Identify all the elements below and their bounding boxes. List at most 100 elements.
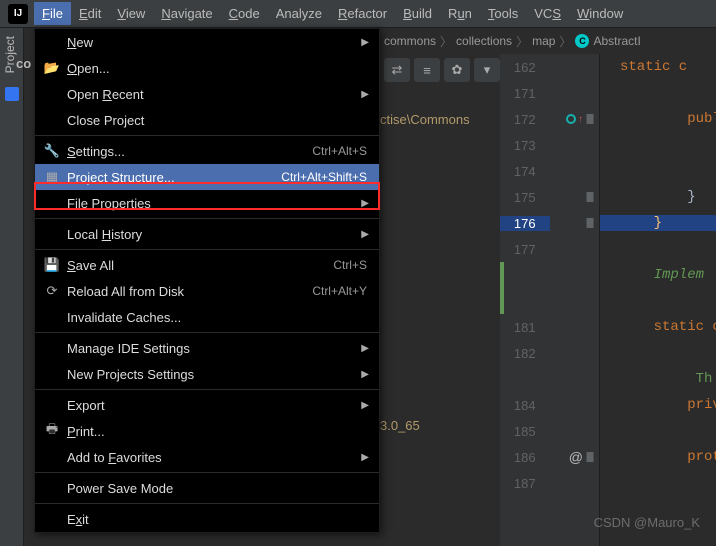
toolbar-button[interactable]: ≡: [414, 58, 440, 82]
menu-item-label: Open...: [67, 61, 367, 76]
gutter-line: 162: [500, 54, 599, 80]
code-line: }: [600, 210, 716, 236]
menu-item-print-[interactable]: 🖶 Print...: [35, 418, 379, 444]
menu-item-navigate[interactable]: Navigate: [153, 2, 220, 25]
code-text: static c: [600, 319, 716, 335]
main-menubar: FileEditViewNavigateCodeAnalyzeRefactorB…: [0, 0, 716, 28]
menu-item-label: Power Save Mode: [67, 481, 367, 496]
menu-separator: [35, 135, 379, 136]
project-tool-tab[interactable]: Project: [0, 28, 20, 81]
menu-item-vcs[interactable]: VCS: [526, 2, 569, 25]
chevron-right-icon: ▶: [361, 400, 369, 411]
menu-item-save-all[interactable]: 💾Save AllCtrl+S: [35, 252, 379, 278]
gutter-line: 173: [500, 132, 599, 158]
menu-item-invalidate-caches-[interactable]: Invalidate Caches...: [35, 304, 379, 330]
menu-item-open-recent[interactable]: Open Recent▶: [35, 81, 379, 107]
code-line: }: [600, 184, 716, 210]
menu-item-edit[interactable]: Edit: [71, 2, 109, 25]
menu-item-analyze[interactable]: Analyze: [268, 2, 330, 25]
toolbar-button[interactable]: ⇄: [384, 58, 410, 82]
chevron-right-icon: ▶: [361, 229, 369, 240]
menu-item-label: Reload All from Disk: [67, 284, 312, 299]
menu-item-code[interactable]: Code: [221, 2, 268, 25]
menu-item-power-save-mode[interactable]: Power Save Mode: [35, 475, 379, 501]
menu-item-label: Print...: [67, 424, 367, 439]
breadcrumb-item[interactable]: map: [532, 34, 555, 48]
menu-item-view[interactable]: View: [109, 2, 153, 25]
menu-item-file[interactable]: File: [34, 2, 71, 25]
line-number: 187: [500, 476, 550, 491]
menu-item-label: Export: [67, 398, 367, 413]
gutter-line: 185: [500, 418, 599, 444]
breadcrumb-bar: commons collections map AbstractI: [380, 28, 716, 54]
gutter-line: 177: [500, 236, 599, 262]
breadcrumb-item[interactable]: commons: [384, 34, 436, 48]
breadcrumb-item[interactable]: collections: [456, 34, 512, 48]
gutter-line: 175: [500, 184, 599, 210]
menu-item-export[interactable]: Export▶: [35, 392, 379, 418]
line-number: 185: [500, 424, 550, 439]
menu-item-new[interactable]: New▶: [35, 29, 379, 55]
code-line: [600, 340, 716, 366]
menu-shortcut: Ctrl+Alt+S: [312, 144, 367, 158]
menu-item-window[interactable]: Window: [569, 2, 631, 25]
annotation-icon: @: [569, 449, 583, 465]
line-number: 182: [500, 346, 550, 361]
code-text: }: [600, 189, 696, 205]
chevron-right-icon: ▶: [361, 37, 369, 48]
menu-item-file-properties[interactable]: File Properties▶: [35, 190, 379, 216]
menu-item-local-history[interactable]: Local History▶: [35, 221, 379, 247]
gutter-line: 182: [500, 340, 599, 366]
background-path-text: ctise\Commons: [380, 112, 470, 127]
menu-item-run[interactable]: Run: [440, 2, 480, 25]
print-icon: 🖶: [43, 420, 61, 442]
menu-item-manage-ide-settings[interactable]: Manage IDE Settings▶: [35, 335, 379, 361]
menu-item-new-projects-settings[interactable]: New Projects Settings▶: [35, 361, 379, 387]
code-line: [600, 132, 716, 158]
editor-toolbar: ⇄ ≡ ✿ ▾: [380, 54, 513, 86]
breadcrumb-item[interactable]: AbstractI: [593, 34, 640, 48]
menu-item-tools[interactable]: Tools: [480, 2, 526, 25]
gutter-line: 171: [500, 80, 599, 106]
menu-item-reload-all-from-disk[interactable]: ⟳Reload All from DiskCtrl+Alt+Y: [35, 278, 379, 304]
menu-item-label: Save All: [67, 258, 333, 273]
code-editor[interactable]: static c publ } } Implem static c Th pri…: [600, 54, 716, 546]
fold-icon[interactable]: [585, 452, 595, 462]
editor-gutter: 162171172↑173174175176177181182184185186…: [500, 54, 600, 546]
code-text: Implem: [600, 267, 704, 283]
menu-item-settings-[interactable]: 🔧Settings...Ctrl+Alt+S: [35, 138, 379, 164]
watermark-text: CSDN @Mauro_K: [594, 515, 700, 530]
project-tab-label: Project: [3, 36, 17, 73]
menu-item-open-[interactable]: 📂Open...: [35, 55, 379, 81]
menu-item-build[interactable]: Build: [395, 2, 440, 25]
menu-item-refactor[interactable]: Refactor: [330, 2, 395, 25]
code-line: static c: [600, 314, 716, 340]
menu-separator: [35, 503, 379, 504]
menu-item-label: Local History: [67, 227, 367, 242]
line-number: 175: [500, 190, 550, 205]
menu-shortcut: Ctrl+Alt+Y: [312, 284, 367, 298]
menu-item-exit[interactable]: Exit: [35, 506, 379, 532]
menu-item-label: Open Recent: [67, 87, 367, 102]
settings-button[interactable]: ✿: [444, 58, 470, 82]
code-line: [600, 236, 716, 262]
line-number: 176: [500, 216, 550, 231]
sidebar-folder-icon[interactable]: [5, 87, 19, 101]
fold-icon[interactable]: [585, 192, 595, 202]
fold-icon[interactable]: [585, 218, 595, 228]
menu-item-close-project[interactable]: Close Project: [35, 107, 379, 133]
menu-item-project-structure-[interactable]: ▦Project Structure...Ctrl+Alt+Shift+S: [35, 164, 379, 190]
code-line: [600, 418, 716, 444]
code-line: static c: [600, 54, 716, 80]
code-text: priv: [600, 397, 716, 413]
menu-item-label: Close Project: [67, 113, 367, 128]
gutter-line: 181: [500, 314, 599, 340]
fold-icon[interactable]: [585, 114, 595, 124]
menu-item-label: Add to Favorites: [67, 450, 367, 465]
gutter-line: 174: [500, 158, 599, 184]
menu-item-add-to-favorites[interactable]: Add to Favorites▶: [35, 444, 379, 470]
dropdown-button[interactable]: ▾: [474, 58, 500, 82]
line-number: 172: [500, 112, 550, 127]
menu-shortcut: Ctrl+Alt+Shift+S: [281, 170, 367, 184]
code-line: Th: [600, 366, 716, 392]
